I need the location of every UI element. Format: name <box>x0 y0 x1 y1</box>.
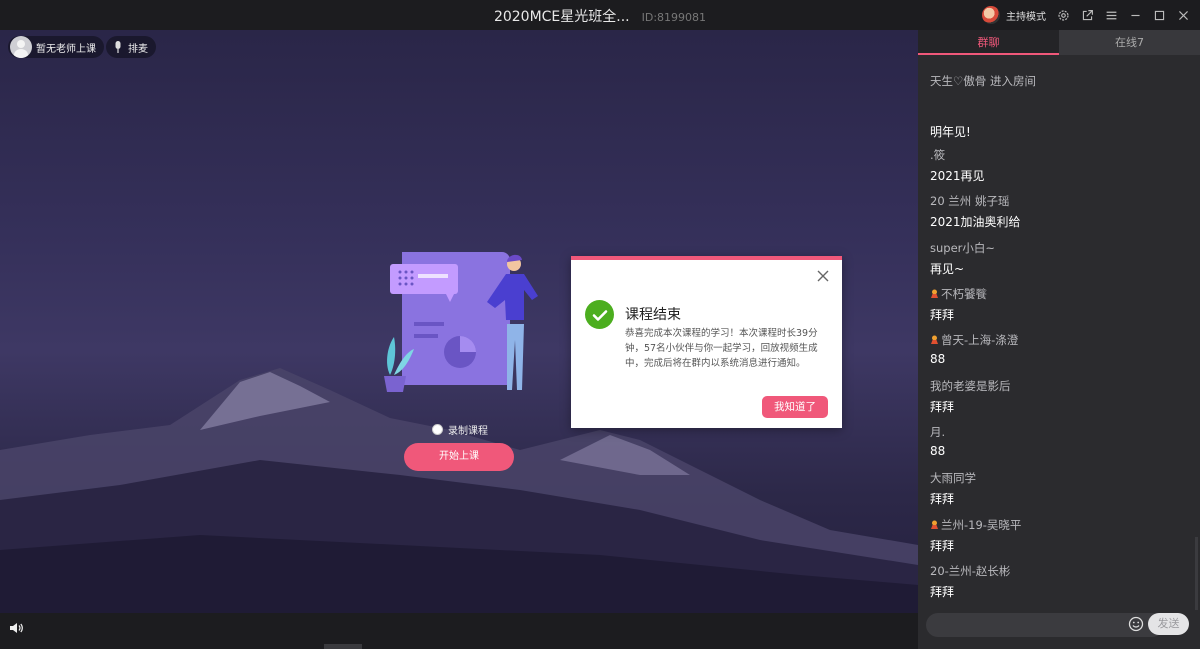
pop-out-icon[interactable] <box>1080 8 1094 22</box>
list-item: .筱 2021再见 <box>930 147 1190 184</box>
chat-message-text: 拜拜 <box>930 539 955 553</box>
chat-message-text: 88 <box>930 444 946 458</box>
title-bar: 2020MCE星光班全... ID:8199081 主持模式 <box>0 0 1200 30</box>
chat-scrollbar[interactable] <box>1195 537 1198 610</box>
chat-sender-name: 大雨同学 <box>930 471 976 485</box>
bottom-divider <box>324 644 362 649</box>
class-name: 2020MCE星光班全... <box>493 9 630 25</box>
list-item: 月. 88 <box>930 424 1190 458</box>
chat-sender-name: 月. <box>930 425 946 439</box>
teacher-status-pill[interactable]: 暂无老师上课 <box>8 36 104 58</box>
got-it-button[interactable]: 我知道了 <box>762 396 828 418</box>
minimize-icon[interactable] <box>1128 8 1142 22</box>
record-course-label: 录制课程 <box>448 426 488 437</box>
volume-icon[interactable] <box>8 620 24 636</box>
close-window-icon[interactable] <box>1176 8 1190 22</box>
chat-input-row: 发送 <box>918 610 1200 649</box>
chat-sender-name: 20 兰州 姚子瑶 <box>930 194 1010 208</box>
list-item: 20 兰州 姚子瑶 2021加油奥利给 <box>930 193 1190 230</box>
list-item: 兰州-19-吴晓平 拜拜 <box>930 517 1190 554</box>
list-item: super小白~ 再见~ <box>930 240 1190 277</box>
chat-message-text: 拜拜 <box>930 585 955 599</box>
chat-sender-name: 兰州-19-吴晓平 <box>941 518 1022 532</box>
record-course-toggle[interactable]: 录制课程 <box>432 422 488 437</box>
chat-message-text: 2021再见 <box>930 169 985 183</box>
menu-icon[interactable] <box>1104 8 1118 22</box>
host-avatar[interactable] <box>982 6 1000 24</box>
bottom-control-bar <box>0 613 918 649</box>
chat-message-text: 再见~ <box>930 262 965 276</box>
settings-gear-icon[interactable] <box>1056 8 1070 22</box>
tab-group-chat[interactable]: 群聊 <box>918 30 1059 55</box>
teacher-avatar <box>10 36 32 58</box>
list-item: 20-兰州-赵长彬 拜拜 <box>930 563 1190 600</box>
start-class-button[interactable]: 开始上课 <box>404 443 514 471</box>
member-badge-icon <box>931 289 938 298</box>
dialog-title: 课程结束 <box>625 307 681 323</box>
success-check-icon <box>585 300 614 329</box>
chat-message-text: 拜拜 <box>930 308 955 322</box>
chat-sender-name: 20-兰州-赵长彬 <box>930 564 1011 578</box>
course-ended-dialog: 课程结束 恭喜完成本次课程的学习！本次课程时长39分钟，57名小伙伴与你一起学习… <box>571 256 842 428</box>
chat-system-notice: 天生♡傲骨 进入房间 <box>930 74 1036 88</box>
teacher-status-label: 暂无老师上课 <box>36 43 96 55</box>
list-item: 明年见! <box>930 119 1190 140</box>
chat-sender: 兰州-19-吴晓平 <box>930 517 1190 533</box>
chat-message-text: 明年见! <box>930 125 971 139</box>
member-badge-icon <box>931 335 938 344</box>
mic-queue-label: 排麦 <box>128 43 148 55</box>
room-id: ID:8199081 <box>641 11 707 24</box>
chat-sender-name: super小白~ <box>930 241 996 255</box>
chat-sender: 曾天-上海-涤澄 <box>930 332 1190 348</box>
chat-sender: 不朽饕餮 <box>930 286 1190 302</box>
tab-online[interactable]: 在线7 <box>1059 30 1200 55</box>
chat-sender-name: .筱 <box>930 148 946 162</box>
chat-sender-name: 不朽饕餮 <box>941 287 987 301</box>
send-button[interactable]: 发送 <box>1148 613 1189 635</box>
chat-message-text: 2021加油奥利给 <box>930 215 1021 229</box>
chat-message-list: 天生♡傲骨 进入房间 明年见! .筱 2021再见 20 兰州 姚子瑶 2021… <box>918 55 1198 610</box>
maximize-icon[interactable] <box>1152 8 1166 22</box>
chat-sender-name: 曾天-上海-涤澄 <box>941 333 1019 347</box>
list-item: 天生♡傲骨 进入房间 <box>930 73 1190 89</box>
list-item: 不朽饕餮 拜拜 <box>930 286 1190 323</box>
microphone-icon <box>115 41 121 53</box>
list-item: 大雨同学 拜拜 <box>930 470 1190 507</box>
chat-message-text: 拜拜 <box>930 400 955 414</box>
record-radio[interactable] <box>432 424 443 435</box>
chat-sender-name: 我的老婆是影后 <box>930 379 1011 393</box>
list-item: 曾天-上海-涤澄 88 <box>930 332 1190 366</box>
chat-message-text: 拜拜 <box>930 492 955 506</box>
course-illustration <box>384 252 538 392</box>
emoji-icon[interactable] <box>1128 616 1144 632</box>
chat-message-text: 88 <box>930 352 946 366</box>
host-mode-label[interactable]: 主持模式 <box>1006 8 1046 23</box>
close-icon[interactable] <box>816 269 830 283</box>
chat-sidebar: 群聊 在线7 天生♡傲骨 进入房间 明年见! .筱 2021再见 20 兰州 姚… <box>918 30 1200 649</box>
member-badge-icon <box>931 520 938 529</box>
mic-queue-button[interactable]: 排麦 <box>106 36 156 58</box>
dialog-message: 恭喜完成本次课程的学习！本次课程时长39分钟，57名小伙伴与你一起学习，回放视频… <box>625 328 818 369</box>
list-item: 我的老婆是影后 拜拜 <box>930 378 1190 415</box>
